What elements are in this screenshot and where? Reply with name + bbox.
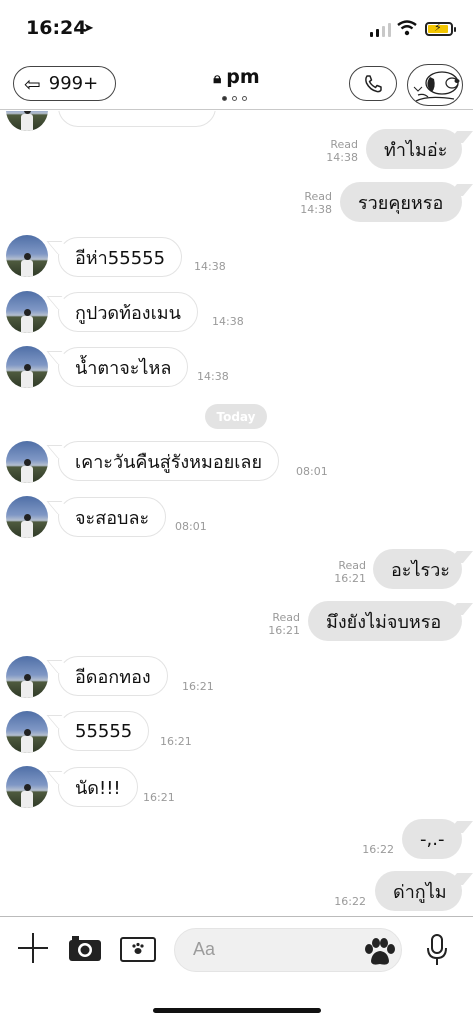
message-meta: Read 14:38 — [320, 138, 358, 164]
microphone-icon[interactable] — [425, 933, 449, 967]
message-text-field[interactable] — [193, 939, 353, 960]
message-text: มึงยังไม่จบหรอ — [326, 611, 442, 633]
page-indicator — [222, 96, 247, 101]
message-bubble-incoming[interactable]: เคาะวันคืนสู่รังหมอยเลย — [58, 441, 279, 481]
message-bubble-outgoing[interactable]: รวยคุยหรอ — [340, 182, 462, 222]
room-name: pm — [226, 66, 260, 88]
message-input-bar — [0, 916, 473, 986]
date-divider: Today — [205, 404, 267, 429]
avatar[interactable] — [6, 496, 48, 538]
message-time: 14:38 — [197, 370, 229, 383]
message-time: 14:38 — [300, 203, 332, 216]
message-meta: Read 16:21 — [262, 611, 300, 637]
message-text: อีดอกทอง — [75, 666, 151, 688]
message-bubble-incoming[interactable] — [58, 111, 216, 127]
home-indicator[interactable] — [153, 1008, 321, 1013]
room-title[interactable]: 🔒︎ pm — [0, 66, 473, 88]
sticker-gallery-icon[interactable] — [120, 937, 156, 962]
message-time: 08:01 — [296, 465, 328, 478]
message-text: อีห่า55555 — [75, 247, 166, 269]
message-text: 55555 — [75, 720, 133, 742]
avatar[interactable] — [6, 291, 48, 333]
signal-icon — [370, 23, 391, 37]
message-bubble-incoming[interactable]: 55555 — [58, 711, 150, 751]
message-time: 14:38 — [194, 260, 226, 273]
message-time: 16:22 — [362, 843, 394, 856]
message-bubble-incoming[interactable]: อีห่า55555 — [58, 237, 183, 277]
battery-icon: ⚡ — [425, 21, 456, 36]
message-bubble-outgoing[interactable]: มึงยังไม่จบหรอ — [308, 601, 462, 641]
message-bubble-outgoing[interactable]: ด่ากูไม — [375, 871, 462, 911]
message-text: น้ำตาจะไหล — [75, 357, 172, 379]
message-bubble-incoming[interactable]: อีดอกทอง — [58, 656, 168, 696]
avatar[interactable] — [6, 656, 48, 698]
message-text: กูปวดท้องเมน — [75, 302, 181, 324]
message-time: 16:21 — [160, 735, 192, 748]
message-text: เคาะวันคืนสู่รังหมอยเลย — [75, 451, 262, 473]
avatar[interactable] — [6, 235, 48, 277]
read-receipt: Read — [330, 138, 358, 151]
message-bubble-incoming[interactable]: กูปวดท้องเมน — [58, 292, 198, 332]
read-receipt: Read — [338, 559, 366, 572]
avatar[interactable] — [6, 711, 48, 753]
message-meta: Read 14:38 — [294, 190, 332, 216]
snoopy-icon — [413, 71, 460, 102]
message-time: 16:21 — [182, 680, 214, 693]
message-bubble-incoming[interactable]: น้ำตาจะไหล — [58, 347, 189, 387]
message-text: รวยคุยหรอ — [358, 192, 444, 214]
avatar[interactable] — [6, 346, 48, 388]
lock-icon: 🔒︎ — [213, 69, 222, 87]
message-bubble-outgoing[interactable]: อะไรวะ — [373, 549, 462, 589]
message-bubble-outgoing[interactable]: ทำไมอ่ะ — [366, 129, 462, 169]
message-time: 08:01 — [175, 520, 207, 533]
emoji-paw-icon[interactable] — [362, 937, 398, 967]
message-text: อะไรวะ — [391, 559, 450, 581]
message-meta: Read 16:21 — [328, 559, 366, 585]
plus-icon[interactable] — [18, 933, 48, 963]
read-receipt: Read — [272, 611, 300, 624]
message-time: 16:21 — [334, 572, 366, 585]
message-time: 14:38 — [212, 315, 244, 328]
chat-area[interactable]: Read 14:38 ทำไมอ่ะ Read 14:38 รวยคุยหรอ … — [0, 111, 473, 915]
read-receipt: Read — [304, 190, 332, 203]
message-time: 16:21 — [268, 624, 300, 637]
message-text: ทำไมอ่ะ — [384, 139, 448, 161]
status-bar: 16:24 ➤ ⚡ — [0, 0, 473, 58]
message-time: 16:21 — [143, 791, 175, 804]
message-bubble-outgoing[interactable]: -,.- — [402, 819, 462, 859]
call-button[interactable] — [349, 66, 397, 101]
avatar[interactable] — [6, 111, 48, 131]
camera-icon[interactable] — [68, 934, 102, 962]
message-bubble-incoming[interactable]: นัด!!! — [58, 767, 138, 807]
location-arrow-icon: ➤ — [83, 21, 94, 36]
phone-icon — [365, 74, 382, 92]
snoopy-sticker[interactable] — [407, 64, 463, 106]
avatar[interactable] — [6, 441, 48, 483]
chat-header: ⇦ 999+ 🔒︎ pm — [0, 58, 473, 110]
message-text: นัด!!! — [75, 777, 121, 799]
message-text: จะสอบละ — [75, 507, 150, 529]
message-text: -,.- — [420, 828, 445, 850]
status-time: 16:24 — [26, 17, 87, 39]
message-time: 14:38 — [326, 151, 358, 164]
wifi-icon — [397, 20, 417, 36]
message-text: ด่ากูไม — [393, 881, 447, 903]
avatar[interactable] — [6, 766, 48, 808]
paw-icon — [132, 942, 144, 954]
message-bubble-incoming[interactable]: จะสอบละ — [58, 497, 167, 537]
message-time: 16:22 — [334, 895, 366, 908]
